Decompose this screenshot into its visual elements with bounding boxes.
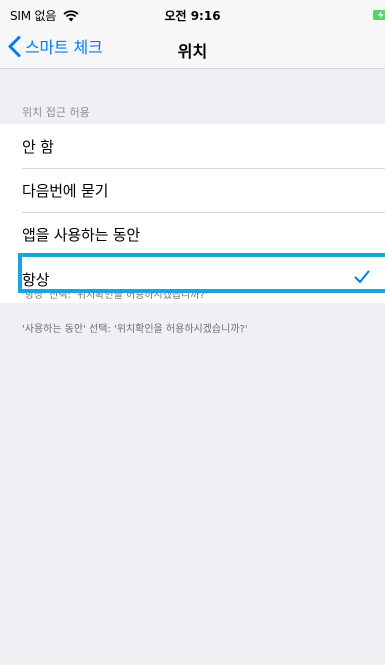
navigation-bar: 스마트 체크 위치 xyxy=(0,26,385,69)
status-time: 오전 9:16 xyxy=(164,9,221,23)
option-while-using[interactable]: 앱을 사용하는 동안 xyxy=(0,212,385,256)
option-label: 다음번에 묻기 xyxy=(22,181,109,200)
option-label: 앱을 사용하는 동안 xyxy=(22,225,140,244)
battery-charging-icon xyxy=(373,6,385,25)
section-header: 위치 접근 허용 xyxy=(22,106,90,119)
option-ask-next-time[interactable]: 다음번에 묻기 xyxy=(0,168,385,212)
option-never[interactable]: 안 함 xyxy=(0,124,385,168)
selection-highlight-box xyxy=(18,253,385,293)
footer-note-while-using: '사용하는 동안' 선택: '위치확인을 허용하시겠습니까?' xyxy=(22,324,248,335)
page-title: 위치 xyxy=(177,42,208,61)
option-label: 안 함 xyxy=(22,137,54,156)
status-bar: SIM 없음 오전 9:16 xyxy=(0,0,385,26)
